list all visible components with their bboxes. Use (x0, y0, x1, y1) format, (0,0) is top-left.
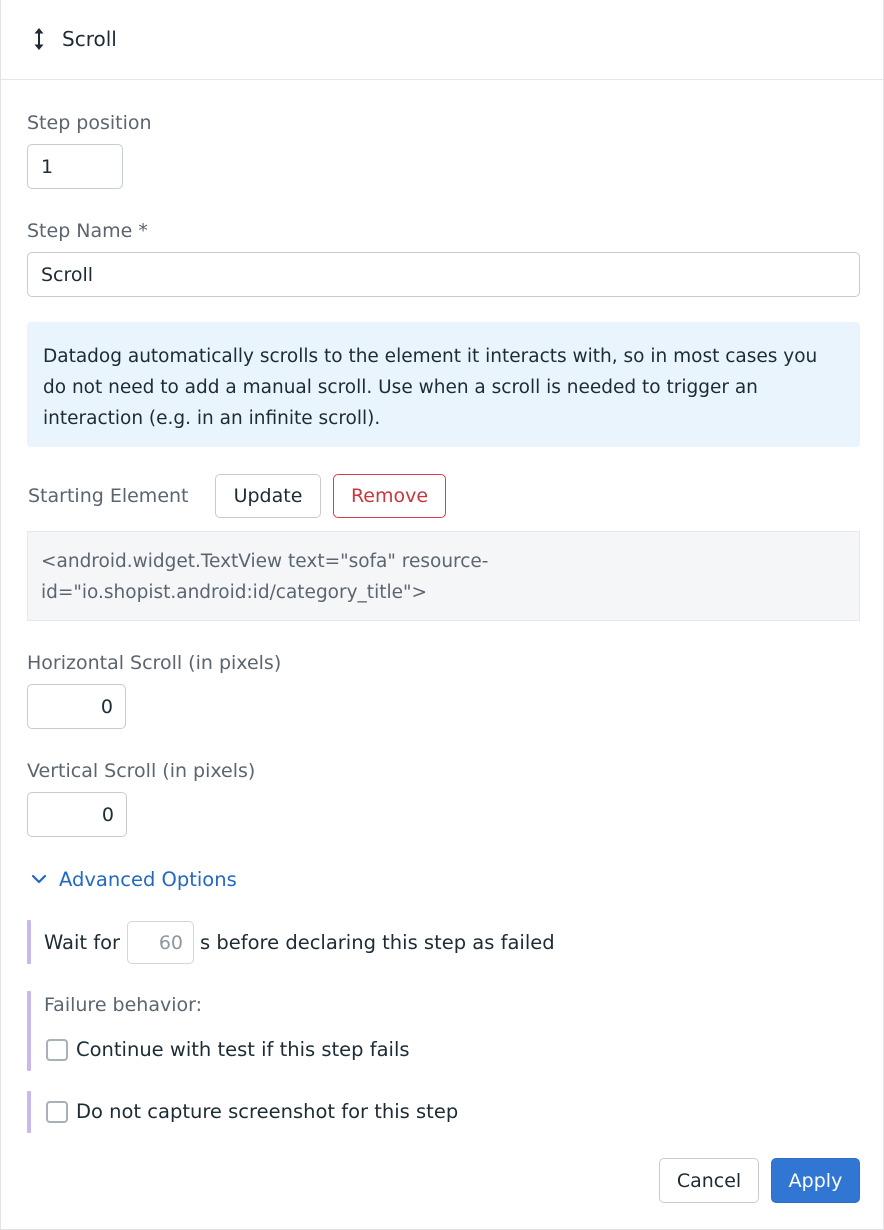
step-editor-panel: Scroll Step position Step Name * Datadog… (0, 0, 884, 1230)
advanced-options-label: Advanced Options (59, 867, 237, 891)
scroll-vertical-icon (29, 26, 49, 52)
no-screenshot-label: Do not capture screenshot for this step (76, 1100, 459, 1123)
cancel-button[interactable]: Cancel (659, 1158, 759, 1203)
update-button[interactable]: Update (215, 474, 321, 518)
step-position-label: Step position (27, 112, 152, 134)
continue-on-failure-label: Continue with test if this step fails (76, 1038, 410, 1061)
wait-timeout-input[interactable] (127, 921, 194, 964)
advanced-options-toggle[interactable]: Advanced Options (29, 866, 237, 892)
starting-element-code: <android.widget.TextView text="sofa" res… (27, 531, 860, 621)
horizontal-scroll-input[interactable] (27, 684, 126, 729)
starting-element-label: Starting Element (28, 485, 189, 507)
info-callout: Datadog automatically scrolls to the ele… (27, 322, 860, 447)
failure-section-bar (27, 991, 31, 1071)
chevron-down-icon (31, 874, 47, 884)
step-name-label: Step Name * (27, 220, 148, 242)
apply-button[interactable]: Apply (771, 1158, 860, 1203)
step-name-input[interactable] (27, 252, 860, 297)
screenshot-section-bar (27, 1091, 31, 1133)
failure-behavior-label: Failure behavior: (44, 994, 203, 1016)
wait-prefix-text: Wait for (44, 931, 121, 954)
remove-button[interactable]: Remove (333, 474, 446, 518)
horizontal-scroll-label: Horizontal Scroll (in pixels) (27, 652, 282, 674)
vertical-scroll-label: Vertical Scroll (in pixels) (27, 760, 256, 782)
no-screenshot-checkbox[interactable] (46, 1101, 68, 1123)
panel-title: Scroll (62, 27, 117, 51)
continue-on-failure-checkbox[interactable] (46, 1039, 68, 1061)
wait-suffix-text: s before declaring this step as failed (200, 931, 555, 954)
wait-section-bar (27, 920, 31, 964)
step-position-input[interactable] (27, 144, 123, 189)
panel-header: Scroll (1, 0, 883, 80)
vertical-scroll-input[interactable] (27, 792, 127, 837)
